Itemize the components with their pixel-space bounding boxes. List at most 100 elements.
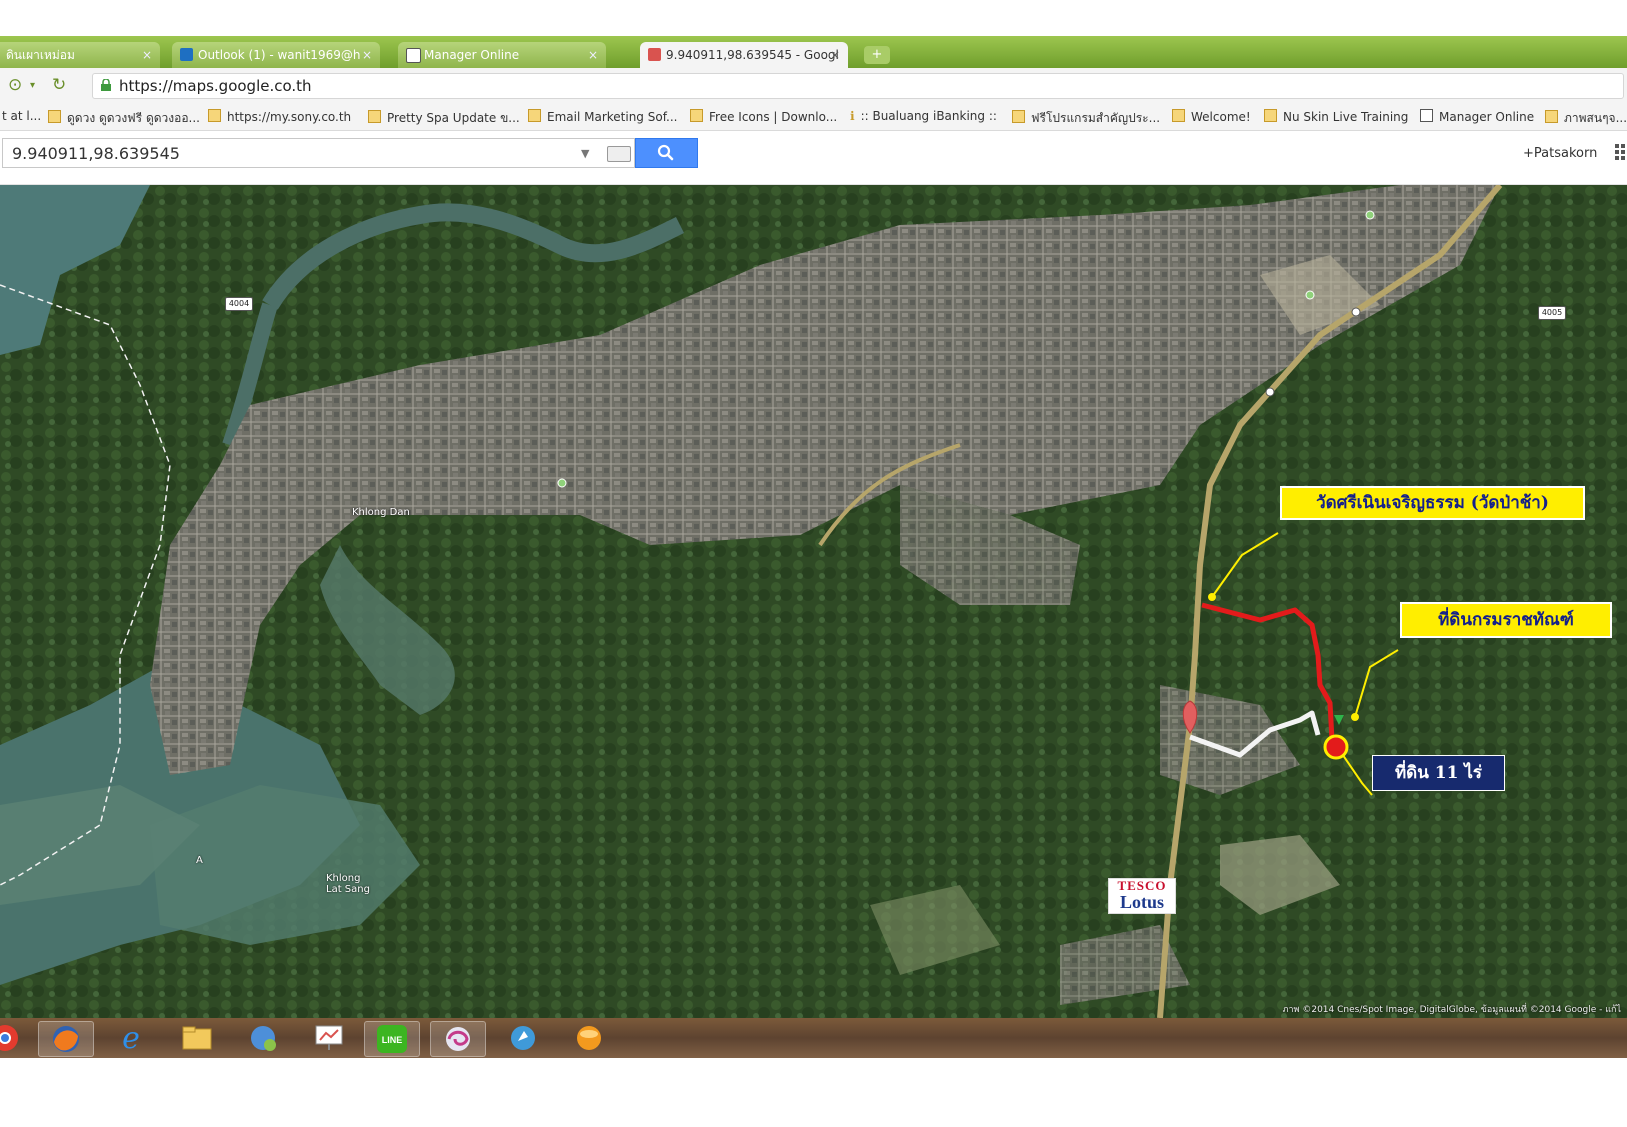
label-khlong-lat-sang: Khlong Lat Sang <box>326 873 370 895</box>
bookmark-item[interactable]: Manager Online <box>1420 109 1534 124</box>
maps-search-bar: 9.940911,98.639545 ▼ +Patsakorn <box>0 131 1627 185</box>
address-bar: ⊙ ▾ ↻ https://maps.google.co.th <box>0 68 1627 102</box>
search-input[interactable]: 9.940911,98.639545 ▼ <box>2 138 635 168</box>
tab-2[interactable]: Outlook (1) - wanit1969@h × <box>172 42 380 68</box>
lotus-text: Lotus <box>1119 892 1164 912</box>
search-value: 9.940911,98.639545 <box>12 144 180 163</box>
tab-1[interactable]: ดินเผาเหม่อม × <box>0 42 160 68</box>
poi-dot[interactable] <box>1265 387 1275 397</box>
bookmark-item[interactable]: Pretty Spa Update ข... <box>368 109 520 128</box>
bookmark-label: ฟรีโปรแกรมสำคัญประ... <box>1031 111 1161 125</box>
user-name[interactable]: +Patsakorn <box>1523 146 1597 161</box>
bookmark-item[interactable]: Nu Skin Live Training <box>1264 109 1408 124</box>
tab-close-icon[interactable]: × <box>588 42 598 68</box>
lock-icon <box>101 79 111 91</box>
callout-land-11-rai-text: ที่ดิน 11 ไร่ <box>1394 763 1483 783</box>
poi-dot[interactable] <box>1365 210 1375 220</box>
page-icon <box>1012 110 1025 123</box>
tab-label: Manager Online <box>424 48 520 62</box>
bookmark-item[interactable]: https://my.sony.co.th <box>208 109 351 124</box>
bookmark-item[interactable]: ดูดวง ดูดวงฟรี ดูดวงออ... <box>48 109 200 128</box>
poi-dot[interactable] <box>1305 290 1315 300</box>
bookmark-item[interactable]: Welcome! <box>1172 109 1251 124</box>
bookmark-item[interactable]: ℹ:: Bualuang iBanking :: <box>850 109 997 123</box>
history-dropdown-icon[interactable]: ▾ <box>30 80 35 91</box>
page-icon <box>1545 110 1558 123</box>
road-4004-shield: 4004 <box>225 297 253 311</box>
tab-label: ดินเผาเหม่อม <box>6 48 75 62</box>
url-text: https://maps.google.co.th <box>119 77 312 95</box>
bookmark-label: Email Marketing Sof... <box>547 110 678 124</box>
reload-icon[interactable]: ↻ <box>52 75 66 95</box>
page-icon <box>208 109 221 122</box>
search-button[interactable] <box>635 138 698 168</box>
outlook-icon <box>180 48 193 61</box>
bookmark-item[interactable]: ฟรีโปรแกรมสำคัญประ... <box>1012 109 1160 128</box>
label-khlong-dan: Khlong Dan <box>352 507 410 518</box>
bookmark-label: Welcome! <box>1191 110 1251 124</box>
tab-close-icon[interactable]: × <box>362 42 372 68</box>
back-icon[interactable]: ⊙ <box>8 75 22 95</box>
tesco-lotus-logo: TESCO Lotus <box>1108 878 1176 914</box>
network-icon[interactable] <box>236 1021 290 1055</box>
ie-icon[interactable]: e <box>104 1021 158 1056</box>
url-field[interactable]: https://maps.google.co.th <box>92 73 1624 99</box>
bookmark-label: ดูดวง ดูดวงฟรี ดูดวงออ... <box>67 111 200 125</box>
map-copyright: ภาพ ©2014 Cnes/Spot Image, DigitalGlobe,… <box>1282 1005 1621 1015</box>
swirl-icon[interactable] <box>430 1021 486 1057</box>
keyboard-icon[interactable] <box>607 146 631 162</box>
bookmark-label: Free Icons | Downlo... <box>709 110 838 124</box>
tab-bar: ดินเผาเหม่อม × Outlook (1) - wanit1969@h… <box>0 36 1627 68</box>
callout-temple-text: วัดศรีเนินเจริญธรรม (วัดป่าช้า) <box>1316 493 1549 513</box>
chevron-down-icon[interactable]: ▼ <box>581 147 589 160</box>
bookmark-label: https://my.sony.co.th <box>227 110 352 124</box>
tab-4-active[interactable]: 9.940911,98.639545 - Googl × <box>640 42 848 68</box>
taskbar: e LINE <box>0 1018 1627 1058</box>
page-icon <box>368 110 381 123</box>
tab-close-icon[interactable]: × <box>142 42 152 68</box>
manager-online-icon <box>1420 109 1433 122</box>
tab-label: Outlook (1) - wanit1969@h <box>198 48 361 62</box>
map-pin-a-label: A <box>196 855 203 866</box>
presentation-icon[interactable] <box>302 1021 356 1055</box>
bookmark-item[interactable]: t at l... <box>2 109 41 123</box>
firefox-icon[interactable] <box>38 1021 94 1057</box>
land-target-marker[interactable] <box>1323 734 1349 760</box>
orange-ball-icon[interactable] <box>562 1021 616 1055</box>
page-icon <box>1264 109 1277 122</box>
poi-dot[interactable] <box>1351 307 1361 317</box>
maps-icon <box>648 48 661 61</box>
browser-window: ดินเผาเหม่อม × Outlook (1) - wanit1969@h… <box>0 36 1627 1106</box>
line-icon[interactable]: LINE <box>364 1021 420 1057</box>
search-icon <box>657 144 674 161</box>
bookmark-item[interactable]: Free Icons | Downlo... <box>690 109 837 124</box>
bookmark-label: Nu Skin Live Training <box>1283 110 1409 124</box>
chrome-icon[interactable] <box>0 1021 32 1055</box>
bookmark-item[interactable]: Email Marketing Sof... <box>528 109 677 124</box>
apps-grid-icon[interactable] <box>1615 144 1626 160</box>
tab-close-icon[interactable]: × <box>830 42 840 68</box>
poi-dot[interactable] <box>557 478 567 488</box>
info-icon: ℹ <box>850 109 855 123</box>
new-tab-button[interactable]: + <box>864 46 890 64</box>
bookmark-label: ภาพสนๆจ... <box>1564 111 1627 125</box>
page-icon <box>48 110 61 123</box>
callout-temple: วัดศรีเนินเจริญธรรม (วัดป่าช้า) <box>1280 486 1585 520</box>
bookmark-label: Manager Online <box>1439 110 1535 124</box>
page-icon <box>528 109 541 122</box>
messenger-icon[interactable] <box>496 1021 550 1055</box>
bookmark-item[interactable]: ภาพสนๆจ... <box>1545 109 1627 128</box>
bookmarks-bar: t at l... ดูดวง ดูดวงฟรี ดูดวงออ... http… <box>0 102 1627 131</box>
tab-3[interactable]: Manager Online × <box>398 42 606 68</box>
explorer-icon[interactable] <box>170 1021 224 1055</box>
tesco-text: TESCO <box>1117 878 1167 893</box>
manager-online-icon <box>406 48 421 63</box>
dept-land-point-marker <box>1351 713 1359 721</box>
callout-land-11-rai: ที่ดิน 11 ไร่ <box>1372 755 1505 791</box>
tab-label: 9.940911,98.639545 - Googl <box>666 48 839 62</box>
callout-dept-land-text: ที่ดินกรมราชทัณฑ์ <box>1438 610 1574 630</box>
road-4005-shield: 4005 <box>1538 306 1566 320</box>
bookmark-label: t at l... <box>2 109 42 123</box>
satellite-map[interactable]: A Khlong Dan Khlong Lat Sang 4004 4005 ว… <box>0 185 1627 1018</box>
bookmark-label: :: Bualuang iBanking :: <box>860 109 997 123</box>
